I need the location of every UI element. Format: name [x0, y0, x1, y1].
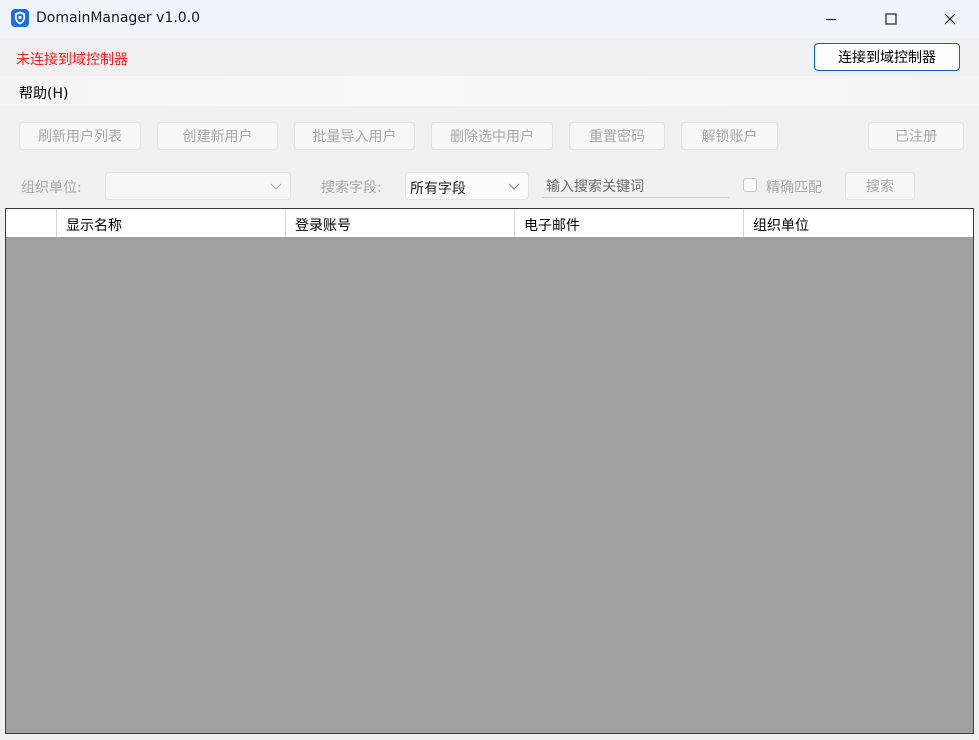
- row-header-corner[interactable]: [6, 209, 57, 237]
- close-button[interactable]: [921, 0, 979, 38]
- column-header[interactable]: 登录账号: [286, 209, 515, 237]
- search-input[interactable]: 输入搜索关键词: [542, 172, 729, 198]
- column-header[interactable]: 显示名称: [57, 209, 286, 237]
- table-header: 显示名称 登录账号 电子邮件 组织单位: [6, 209, 973, 237]
- search-field-select[interactable]: 所有字段: [405, 172, 529, 200]
- minimize-button[interactable]: [802, 0, 860, 38]
- refresh-users-button[interactable]: 刷新用户列表: [19, 122, 141, 150]
- delete-selected-button[interactable]: 删除选中用户: [431, 122, 553, 150]
- window-title: DomainManager v1.0.0: [36, 10, 201, 26]
- column-header[interactable]: 电子邮件: [515, 209, 744, 237]
- exact-match-checkbox[interactable]: [743, 178, 757, 192]
- unlock-account-button[interactable]: 解锁账户: [681, 122, 778, 150]
- exact-match-label: 精确匹配: [766, 180, 822, 196]
- ou-select[interactable]: [105, 172, 291, 200]
- minimize-icon: [826, 18, 836, 21]
- maximize-button[interactable]: [862, 0, 920, 38]
- maximize-icon: [885, 13, 897, 25]
- search-field-label: 搜索字段:: [321, 180, 382, 196]
- chevron-down-icon: [508, 183, 520, 190]
- close-icon: [944, 13, 956, 25]
- create-user-button[interactable]: 创建新用户: [157, 122, 278, 150]
- batch-import-button[interactable]: 批量导入用户: [294, 122, 415, 150]
- column-header-label: 组织单位: [753, 218, 809, 234]
- reset-password-button[interactable]: 重置密码: [569, 122, 665, 150]
- ou-label: 组织单位:: [21, 180, 82, 196]
- column-header[interactable]: 组织单位: [744, 209, 973, 237]
- menu-bar: 帮助(H): [0, 76, 979, 106]
- title-bar: DomainManager v1.0.0: [0, 0, 979, 38]
- search-button[interactable]: 搜索: [845, 172, 915, 200]
- menu-help[interactable]: 帮助(H): [19, 83, 68, 103]
- user-table[interactable]: 显示名称 登录账号 电子邮件 组织单位: [5, 208, 974, 734]
- connection-status-text: 未连接到域控制器: [16, 52, 128, 68]
- column-header-label: 显示名称: [66, 218, 122, 234]
- column-header-label: 登录账号: [295, 218, 351, 234]
- column-header-label: 电子邮件: [524, 218, 580, 234]
- chevron-down-icon: [270, 183, 282, 190]
- search-input-text: 输入搜索关键词: [546, 179, 644, 195]
- shield-icon: [10, 8, 30, 28]
- connect-dc-button[interactable]: 连接到域控制器: [814, 43, 960, 71]
- search-field-select-value: 所有字段: [410, 181, 466, 197]
- registered-button[interactable]: 已注册: [868, 122, 964, 150]
